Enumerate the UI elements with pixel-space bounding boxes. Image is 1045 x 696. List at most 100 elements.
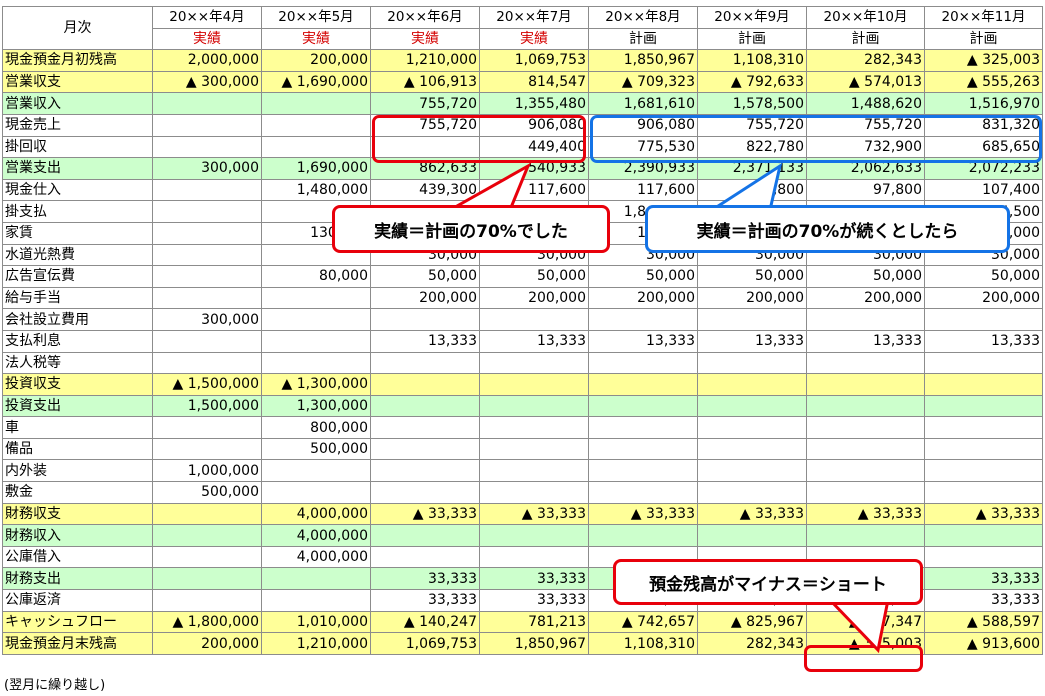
table-row: 投資支出 1,500,000 1,300,000 bbox=[2, 394, 1043, 418]
value-cell: ▲ 825,967 bbox=[697, 610, 807, 634]
value-cell bbox=[588, 308, 698, 331]
value-cell: 1,210,000 bbox=[370, 49, 480, 72]
value-cell: 33,333 bbox=[370, 589, 480, 612]
value-cell: 1,069,753 bbox=[370, 632, 480, 655]
value-cell bbox=[588, 416, 698, 439]
value-cell bbox=[152, 221, 262, 245]
value-cell bbox=[697, 416, 807, 439]
row-label: 広告宣伝費 bbox=[2, 265, 153, 288]
value-cell bbox=[370, 524, 480, 547]
value-cell: 200,000 bbox=[479, 286, 589, 310]
value-cell bbox=[152, 92, 262, 115]
value-cell bbox=[152, 113, 262, 137]
cash-flow-table: 月次 20××年4月 20××年5月 20××年6月 20××年7月 20××年… bbox=[2, 5, 1043, 655]
table-row: 広告宣伝費 80,000 50,000 50,000 50,000 50,000 50,00… bbox=[2, 265, 1043, 288]
value-cell bbox=[697, 437, 807, 461]
row-label: 営業支出 bbox=[2, 157, 153, 180]
value-cell: 50,000 bbox=[697, 265, 807, 288]
month-header: 20××年5月 bbox=[261, 6, 371, 29]
table-row: 給与手当 200,000 200,000 200,000 200,000 200,000 2… bbox=[2, 286, 1043, 310]
table-row: 支払利息 13,333 13,333 13,333 13,333 13,333 13,333 bbox=[2, 329, 1043, 353]
corner-header: 月次 bbox=[2, 5, 153, 51]
value-cell: 1,850,967 bbox=[588, 49, 698, 72]
value-cell bbox=[370, 373, 480, 396]
value-cell: 781,213 bbox=[479, 610, 589, 634]
value-cell: 200,000 bbox=[588, 286, 698, 310]
value-cell: 200,000 bbox=[152, 632, 262, 655]
row-label: 営業収入 bbox=[2, 92, 153, 115]
table-row: 敷金 500,000 bbox=[2, 481, 1043, 504]
value-cell bbox=[588, 524, 698, 547]
value-cell bbox=[152, 135, 262, 159]
value-cell bbox=[261, 113, 371, 137]
value-cell: 4,000,000 bbox=[261, 502, 371, 526]
row-label: 現金仕入 bbox=[2, 178, 153, 202]
status-cell: 実績 bbox=[370, 27, 480, 51]
table-row: 車 800,000 bbox=[2, 416, 1043, 439]
plan-values-highlight bbox=[590, 115, 1042, 163]
value-cell bbox=[479, 459, 589, 483]
status-header-row: 実績 実績 実績 実績 計画 計画 計画 計画 bbox=[3, 27, 1043, 51]
value-cell: ▲ 300,000 bbox=[152, 70, 262, 94]
value-cell bbox=[261, 567, 371, 591]
value-cell bbox=[697, 459, 807, 483]
value-cell bbox=[152, 524, 262, 547]
actual-callout: 実績＝計画の70%でした bbox=[332, 205, 610, 253]
value-cell bbox=[152, 243, 262, 267]
row-label: 備品 bbox=[2, 437, 153, 461]
value-cell bbox=[806, 373, 925, 396]
value-cell: 2,000,000 bbox=[152, 49, 262, 72]
row-label: 内外装 bbox=[2, 459, 153, 483]
row-label: 現金預金月末残高 bbox=[2, 632, 153, 655]
row-label: 投資支出 bbox=[2, 394, 153, 418]
value-cell: ▲ 1,300,000 bbox=[261, 373, 371, 396]
value-cell bbox=[806, 437, 925, 461]
value-cell bbox=[152, 416, 262, 439]
value-cell: 92,800 bbox=[697, 178, 807, 202]
value-cell bbox=[479, 437, 589, 461]
value-cell bbox=[152, 502, 262, 526]
value-cell bbox=[924, 416, 1043, 439]
value-cell bbox=[152, 589, 262, 612]
value-cell: 300,000 bbox=[152, 308, 262, 331]
value-cell bbox=[370, 545, 480, 569]
value-cell bbox=[152, 567, 262, 591]
value-cell: ▲ 555,263 bbox=[924, 70, 1043, 94]
value-cell: 117,600 bbox=[479, 178, 589, 202]
row-label: キャッシュフロー bbox=[2, 610, 153, 634]
value-cell: 439,300 bbox=[370, 178, 480, 202]
value-cell: 50,000 bbox=[924, 265, 1043, 288]
row-label: 法人税等 bbox=[2, 351, 153, 375]
value-cell: 1,500,000 bbox=[152, 394, 262, 418]
value-cell: 1,108,310 bbox=[588, 632, 698, 655]
value-cell: 1,300,000 bbox=[261, 394, 371, 418]
value-cell: 1,480,000 bbox=[261, 178, 371, 202]
value-cell: 13,333 bbox=[370, 329, 480, 353]
value-cell bbox=[924, 459, 1043, 483]
value-cell bbox=[588, 373, 698, 396]
value-cell: 33,333 bbox=[479, 589, 589, 612]
value-cell: 200,000 bbox=[370, 286, 480, 310]
value-cell: 1,681,610 bbox=[588, 92, 698, 115]
row-label: 水道光熱費 bbox=[2, 243, 153, 267]
value-cell bbox=[152, 437, 262, 461]
short-callout-text: 預金残高がマイナス＝ショート bbox=[649, 574, 887, 595]
value-cell: 200,000 bbox=[806, 286, 925, 310]
value-cell bbox=[479, 308, 589, 331]
value-cell bbox=[152, 351, 262, 375]
value-cell: 500,000 bbox=[152, 481, 262, 504]
month-header: 20××年4月 bbox=[152, 6, 262, 29]
row-label: 営業収支 bbox=[2, 70, 153, 94]
value-cell: 97,800 bbox=[806, 178, 925, 202]
value-cell: ▲ 140,247 bbox=[370, 610, 480, 634]
value-cell bbox=[370, 416, 480, 439]
value-cell: ▲ 33,333 bbox=[588, 502, 698, 526]
value-cell bbox=[697, 394, 807, 418]
value-cell: 1,690,000 bbox=[261, 157, 371, 180]
value-cell bbox=[806, 394, 925, 418]
table-row: 営業収入 755,720 1,355,480 1,681,610 1,578,500 1,… bbox=[2, 92, 1043, 115]
value-cell: 755,720 bbox=[370, 92, 480, 115]
value-cell: 200,000 bbox=[261, 49, 371, 72]
value-cell bbox=[152, 178, 262, 202]
month-header: 20××年9月 bbox=[697, 6, 807, 29]
